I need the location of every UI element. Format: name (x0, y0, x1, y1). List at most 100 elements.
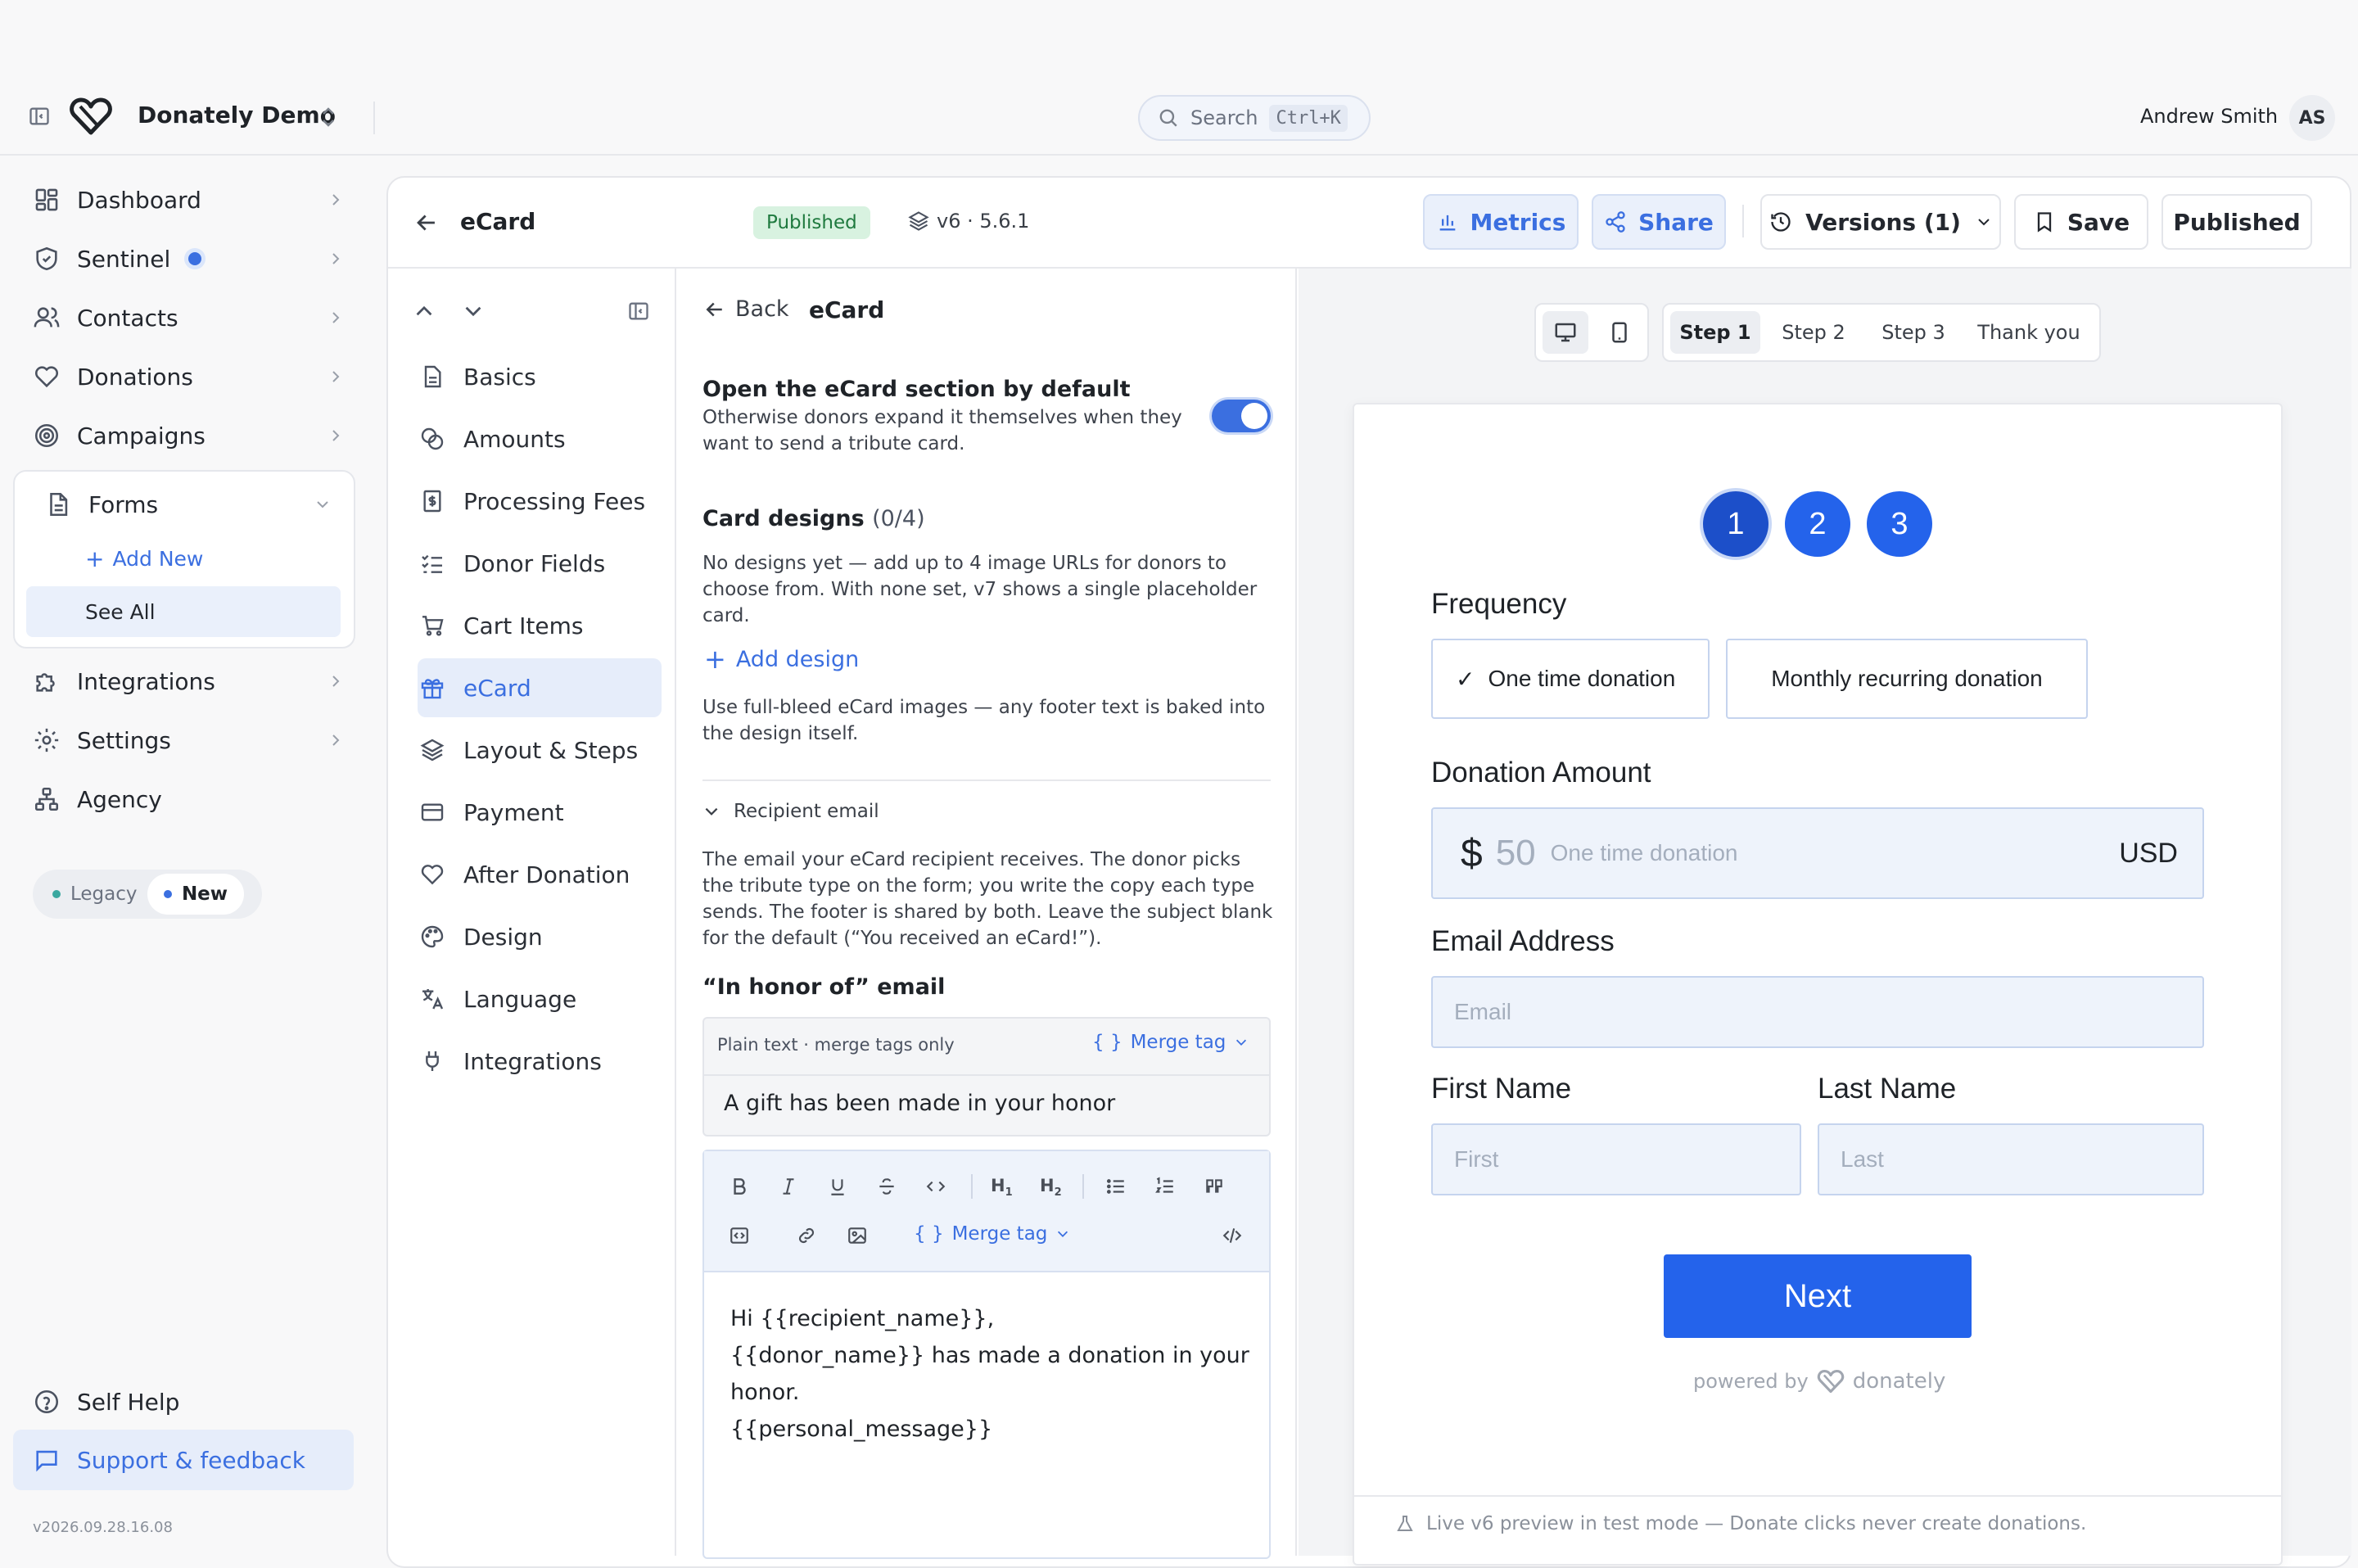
section-nav-language[interactable]: Language (418, 969, 662, 1028)
mobile-icon[interactable] (1598, 311, 1641, 354)
versions-dropdown[interactable]: Versions (1) (1760, 194, 2001, 250)
section-nav-basics[interactable]: Basics (418, 347, 662, 406)
check-icon: ✓ (1456, 666, 1475, 692)
card-designs-count: (0/4) (872, 506, 925, 531)
sidebar-item-donations[interactable]: Donations (33, 354, 352, 400)
body-merge-tag-button[interactable]: { } Merge tag (914, 1223, 1070, 1245)
numbered-list-icon[interactable] (1154, 1176, 1176, 1197)
sidebar-item-contacts[interactable]: Contacts (33, 295, 352, 341)
code-icon[interactable] (925, 1176, 946, 1197)
sidebar-item-settings[interactable]: Settings (33, 717, 352, 763)
open-default-toggle[interactable] (1212, 400, 1271, 432)
sidebar-item-dashboard[interactable]: Dashboard (33, 177, 352, 223)
heading-1-icon[interactable]: H1 (991, 1176, 1013, 1199)
back-arrow-icon[interactable] (413, 209, 440, 237)
help-icon (33, 1388, 61, 1416)
amount-input[interactable]: $ 50 One time donation USD (1431, 807, 2204, 899)
bullet-list-icon[interactable] (1105, 1176, 1127, 1197)
chevron-up-icon[interactable] (413, 300, 436, 323)
open-default-desc: Otherwise donors expand it themselves wh… (702, 407, 1182, 454)
email-body[interactable]: Hi {{recipient_name}}, {{donor_name}} ha… (730, 1300, 1254, 1448)
list-check-icon (419, 550, 445, 576)
section-nav-cart-items[interactable]: Cart Items (418, 596, 662, 655)
back-link[interactable]: Back (702, 296, 789, 322)
gear-icon (33, 726, 61, 754)
org-name[interactable]: Donately Demo (138, 102, 336, 129)
first-name-field[interactable]: First (1431, 1123, 1801, 1195)
tab-step-3[interactable]: Step 3 (1868, 311, 1958, 354)
section-nav-payment[interactable]: Payment (418, 783, 662, 842)
frequency-monthly[interactable]: Monthly recurring donation (1726, 639, 2088, 719)
embed-icon[interactable] (729, 1225, 750, 1246)
brand-name: donately (1852, 1369, 1946, 1394)
link-icon[interactable] (796, 1225, 817, 1246)
desktop-icon[interactable] (1543, 311, 1588, 354)
section-nav-integrations[interactable]: Integrations (418, 1032, 662, 1091)
body-line: {{personal_message}} (730, 1417, 993, 1442)
bold-icon[interactable] (729, 1176, 750, 1197)
section-nav-donor-fields[interactable]: Donor Fields (418, 534, 662, 593)
tab-step-2[interactable]: Step 2 (1768, 311, 1859, 354)
subject-merge-tag-button[interactable]: { } Merge tag (1092, 1032, 1249, 1053)
chevron-down-icon[interactable] (462, 300, 485, 323)
collapse-panel-icon[interactable] (627, 300, 650, 323)
cart-icon (419, 612, 445, 639)
search-bar[interactable]: Search Ctrl+K (1138, 95, 1371, 141)
collapse-sidebar-icon[interactable] (28, 105, 51, 128)
underline-icon[interactable] (827, 1176, 848, 1197)
metrics-button[interactable]: Metrics (1423, 194, 1579, 250)
recipient-email-desc: The email your eCard recipient receives.… (702, 849, 1273, 949)
sidebar-item-integrations[interactable]: Integrations (33, 658, 352, 704)
forms-add-new[interactable]: + Add New (85, 545, 203, 572)
user-name[interactable]: Andrew Smith (2140, 105, 2278, 128)
next-button[interactable]: Next (1664, 1254, 1972, 1338)
sidebar-self-help[interactable]: Self Help (33, 1379, 352, 1425)
toggle-new[interactable]: New (147, 874, 244, 915)
tab-thank-you[interactable]: Thank you (1965, 311, 2093, 354)
sidebar-item-sentinel[interactable]: Sentinel (33, 236, 352, 282)
tab-step-1[interactable]: Step 1 (1670, 311, 1760, 354)
published-button[interactable]: Published (2162, 194, 2312, 250)
quote-icon[interactable] (1204, 1176, 1225, 1197)
last-name-field[interactable]: Last (1818, 1123, 2204, 1195)
form-title: eCard (460, 208, 536, 235)
image-icon[interactable] (847, 1225, 868, 1246)
section-nav-amounts[interactable]: Amounts (418, 409, 662, 468)
subject-input[interactable]: A gift has been made in your honor (724, 1091, 1115, 1116)
strikethrough-icon[interactable] (876, 1176, 897, 1197)
sidebar-item-label: Settings (77, 726, 171, 754)
org-switcher-icon[interactable] (319, 105, 337, 129)
bar-chart-icon (1436, 210, 1459, 233)
sidebar-item-forms[interactable]: Forms (44, 481, 339, 527)
avatar[interactable]: AS (2289, 95, 2335, 141)
recipient-email-toggle[interactable]: Recipient email (702, 801, 879, 822)
support-feedback-button[interactable]: Support & feedback (13, 1430, 354, 1490)
section-nav-layout-steps[interactable]: Layout & Steps (418, 721, 662, 779)
open-default-title: Open the eCard section by default (702, 377, 1131, 402)
italic-icon[interactable] (778, 1176, 799, 1197)
chevron-right-icon (328, 368, 344, 385)
card-designs-heading: Card designs (0/4) (702, 506, 925, 531)
add-design-button[interactable]: + Add design (704, 644, 859, 675)
chevron-right-icon (328, 310, 344, 326)
sidebar-item-agency[interactable]: Agency (33, 776, 352, 822)
forms-see-all[interactable]: See All (26, 586, 341, 637)
section-nav-processing-fees[interactable]: Processing Fees (418, 472, 662, 531)
sidebar-item-label: Campaigns (77, 422, 206, 450)
full-bleed-note: Use full-bleed eCard images — any footer… (702, 697, 1266, 744)
email-field[interactable]: Email (1431, 976, 2204, 1048)
sidebar-item-campaigns[interactable]: Campaigns (33, 413, 352, 459)
source-code-icon[interactable] (1222, 1225, 1243, 1246)
heading-2-icon[interactable]: H2 (1040, 1176, 1062, 1199)
chevron-right-icon (328, 732, 344, 748)
section-nav-ecard[interactable]: eCard (418, 658, 662, 717)
step-circle-3: 3 (1867, 491, 1932, 557)
ui-version-toggle[interactable]: Legacy New (33, 870, 262, 919)
body-line: Hi {{recipient_name}}, (730, 1306, 995, 1331)
frequency-one-time[interactable]: ✓ One time donation (1431, 639, 1710, 719)
section-nav-after-donation[interactable]: After Donation (418, 845, 662, 904)
save-button[interactable]: Save (2014, 194, 2148, 250)
section-nav-design[interactable]: Design (418, 907, 662, 966)
toggle-legacy[interactable]: Legacy (33, 883, 147, 905)
share-button[interactable]: Share (1592, 194, 1726, 250)
